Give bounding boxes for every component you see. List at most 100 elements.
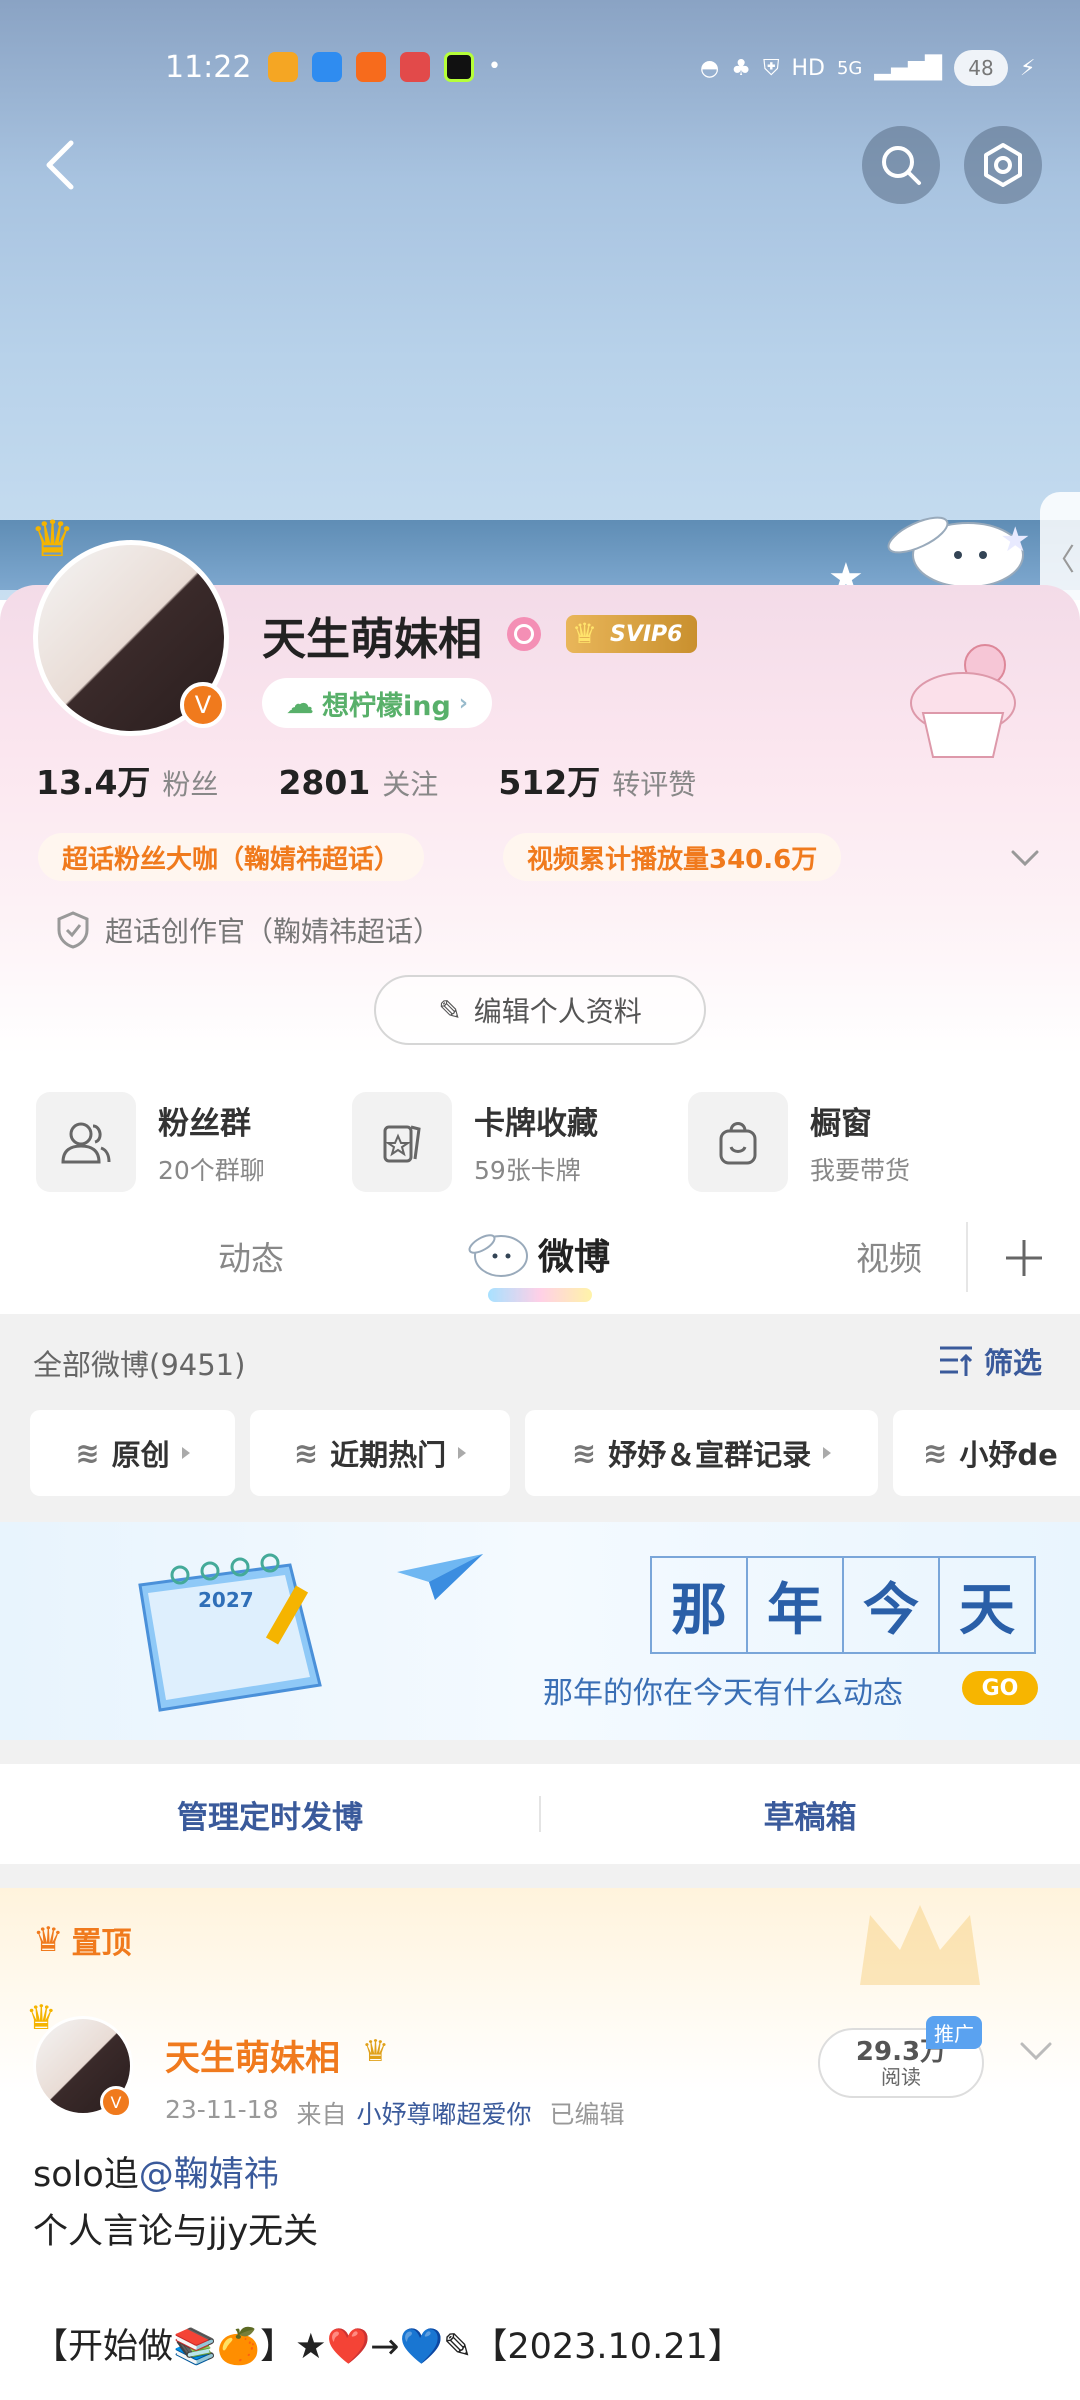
cupcake-sticker: [905, 635, 1025, 765]
layers-icon: ≋: [923, 1436, 948, 1470]
plus-icon: [1006, 1240, 1042, 1276]
pencil-icon: ✎: [438, 993, 462, 1027]
tab-video-label: 视频: [856, 1239, 922, 1278]
chevron-down-icon: [1011, 850, 1039, 867]
chip-label: 原创: [111, 1438, 170, 1472]
mood-text: 想柠檬ing: [322, 690, 451, 722]
read-label: 阅读: [881, 2065, 921, 2089]
tab-dynamic[interactable]: 动态: [218, 1232, 284, 1280]
edit-profile-label: 编辑个人资料: [473, 995, 642, 1028]
app-icon: [356, 52, 386, 82]
back-button[interactable]: [30, 135, 90, 195]
chip-label: 妤妤＆宣群记录: [608, 1438, 812, 1472]
battery-icon: 48: [954, 50, 1009, 86]
add-tab-button[interactable]: [1000, 1234, 1048, 1282]
caret-right-icon: [181, 1447, 190, 1459]
card-icon: [352, 1092, 452, 1192]
caret-right-icon: [458, 1447, 467, 1459]
stat-label: 转评赞: [612, 768, 697, 801]
charging-icon: ⚡: [1020, 55, 1036, 81]
mood-status[interactable]: ☁ 想柠檬ing ›: [262, 678, 492, 728]
filter-button[interactable]: 筛选: [938, 1340, 1042, 1382]
caret-right-icon: [823, 1447, 832, 1459]
edit-profile-button[interactable]: ✎ 编辑个人资料: [374, 975, 706, 1045]
stat-number: 13.4万: [36, 763, 151, 802]
expand-tags-button[interactable]: [1005, 838, 1045, 878]
vip-crown-icon: ♛: [362, 2034, 389, 2069]
shortcut-card-collection[interactable]: 卡牌收藏 59张卡牌: [352, 1092, 598, 1192]
stat-label: 关注: [382, 768, 439, 801]
more-dot-icon: •: [488, 54, 501, 79]
tab-video[interactable]: 视频: [856, 1232, 922, 1280]
section-divider: [0, 1864, 1080, 1888]
tab-weibo[interactable]: 微博: [538, 1228, 610, 1280]
layers-icon: ≋: [293, 1436, 319, 1470]
verified-badge-icon: V: [180, 682, 226, 728]
app-icon: [268, 52, 298, 82]
filter-chip-original[interactable]: ≋ 原创: [30, 1410, 235, 1496]
post-date: 23-11-18: [165, 2095, 279, 2124]
pinned-label: ♛ 置顶: [33, 1918, 131, 1962]
banner-char: 年: [748, 1556, 844, 1654]
calendar-illustration: 2027: [120, 1545, 330, 1715]
cloud-icon: ☁: [286, 686, 314, 720]
paper-plane-icon: [395, 1552, 485, 1602]
filter-icon: [940, 1346, 973, 1376]
post-source[interactable]: 小妤尊嘟超爱你: [357, 2095, 532, 2131]
post-line-3: 【开始做📚🍊】★❤️→💙✎【2023.10.21】: [33, 2327, 743, 2367]
star-icon: ★: [1000, 520, 1031, 560]
banner-char: 今: [844, 1556, 940, 1654]
creator-badge[interactable]: 超话创作官（鞠婧祎超话）: [55, 910, 441, 950]
filter-chip-more[interactable]: ≋ 小妤de: [893, 1410, 1080, 1496]
status-time: 11:22: [165, 50, 252, 85]
app-icon: [400, 52, 430, 82]
pinned-text: 置顶: [71, 1926, 132, 1961]
shortcut-subtitle: 20个群聊: [158, 1155, 265, 1185]
crown-icon: ♛: [33, 1920, 64, 1960]
battery-level: 48: [968, 56, 994, 80]
settings-button[interactable]: [964, 126, 1042, 204]
stats-row: 13.4万 粉丝 2801 关注 512万 转评赞: [36, 756, 696, 804]
stat-interactions[interactable]: 512万 转评赞: [498, 756, 696, 804]
vip-badge[interactable]: ♛ SVIP6: [566, 615, 697, 653]
post-mention[interactable]: @鞠婧祎: [139, 2155, 279, 2195]
tag-video-plays[interactable]: 视频累计播放量340.6万: [503, 833, 842, 881]
sprout-icon: ♣: [731, 55, 751, 81]
post-author-name[interactable]: 天生萌妹相: [165, 2030, 340, 2081]
fans-group-icon: [36, 1092, 136, 1192]
search-button[interactable]: [862, 126, 940, 204]
chevron-left-icon: 〈: [1045, 543, 1075, 578]
shield-icon: ⛨: [762, 55, 780, 81]
active-tab-indicator: [488, 1288, 592, 1302]
stat-following[interactable]: 2801 关注: [278, 763, 438, 803]
fan-badge-icon[interactable]: [507, 617, 541, 651]
banner-subtitle: 那年的你在今天有什么动态: [543, 1676, 903, 1711]
banner-go-button[interactable]: GO: [962, 1671, 1038, 1705]
shortcut-shop-window[interactable]: 橱窗 我要带货: [688, 1092, 910, 1192]
post-edited: 已编辑: [549, 2100, 625, 2129]
post-text: solo追: [33, 2155, 139, 2195]
promote-badge[interactable]: 推广: [926, 2016, 982, 2049]
filter-chip-hot[interactable]: ≋ 近期热门: [250, 1410, 510, 1496]
tag-supertopic[interactable]: 超话粉丝大咖（鞠婧祎超话）: [38, 833, 425, 881]
all-weibo-count: 全部微博(9451): [33, 1348, 246, 1382]
status-system-icons: ◓ ♣ ⛨ HD 5G ▂▄▆█ 48 ⚡: [700, 50, 1035, 86]
drafts-button[interactable]: 草稿箱: [540, 1764, 1080, 1864]
verified-badge-icon: V: [100, 2086, 132, 2118]
shortcut-subtitle: 59张卡牌: [474, 1155, 581, 1185]
scheduled-posts-button[interactable]: 管理定时发博: [0, 1764, 540, 1864]
network-label: 5G: [836, 57, 863, 79]
stat-fans[interactable]: 13.4万 粉丝: [36, 756, 218, 804]
post-menu-button[interactable]: [1016, 2030, 1056, 2070]
signal-icon: ▂▄▆█: [874, 55, 943, 81]
shortcut-subtitle: 我要带货: [810, 1155, 911, 1185]
filter-chip-group-log[interactable]: ≋ 妤妤＆宣群记录: [525, 1410, 878, 1496]
shield-check-icon: [57, 911, 89, 949]
status-app-icons: •: [268, 52, 501, 82]
chevron-right-icon: ›: [458, 690, 468, 716]
vip-level: SVIP6: [610, 621, 683, 647]
post-meta: 23-11-18 来自 小妤尊嘟超爱你 已编辑: [165, 2095, 625, 2131]
app-icon: [312, 52, 342, 82]
shortcut-fans-group[interactable]: 粉丝群 20个群聊: [36, 1092, 265, 1192]
tab-divider: [966, 1222, 968, 1292]
